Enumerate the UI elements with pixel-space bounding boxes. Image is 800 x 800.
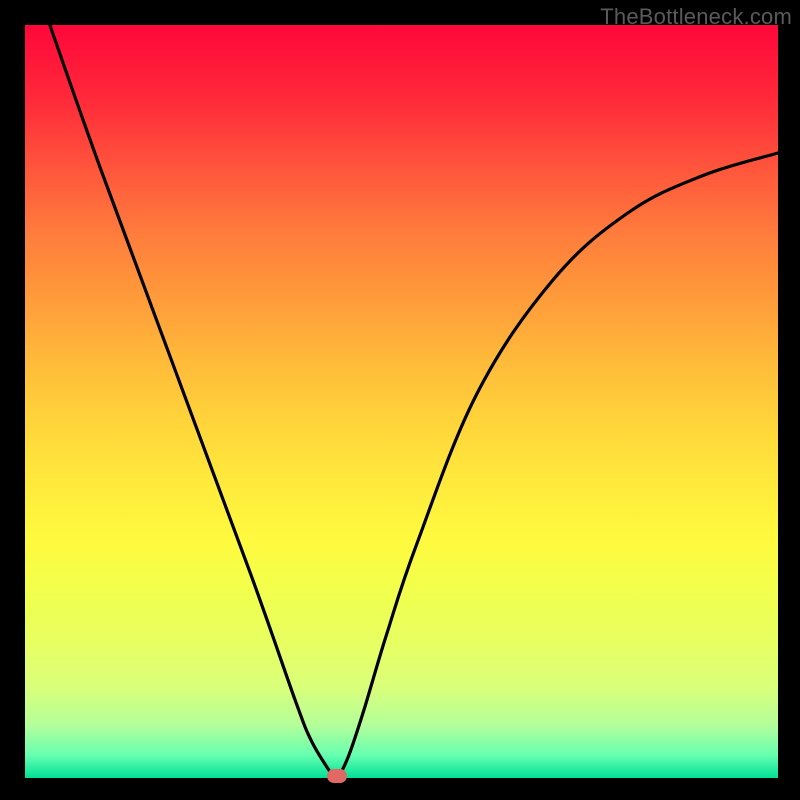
attribution-text: TheBottleneck.com: [600, 4, 792, 30]
curve-path: [50, 25, 778, 778]
minimum-marker: [327, 769, 347, 783]
chart-frame: TheBottleneck.com: [0, 0, 800, 800]
curve-line: [25, 25, 778, 778]
chart-plot-area: [25, 25, 778, 778]
